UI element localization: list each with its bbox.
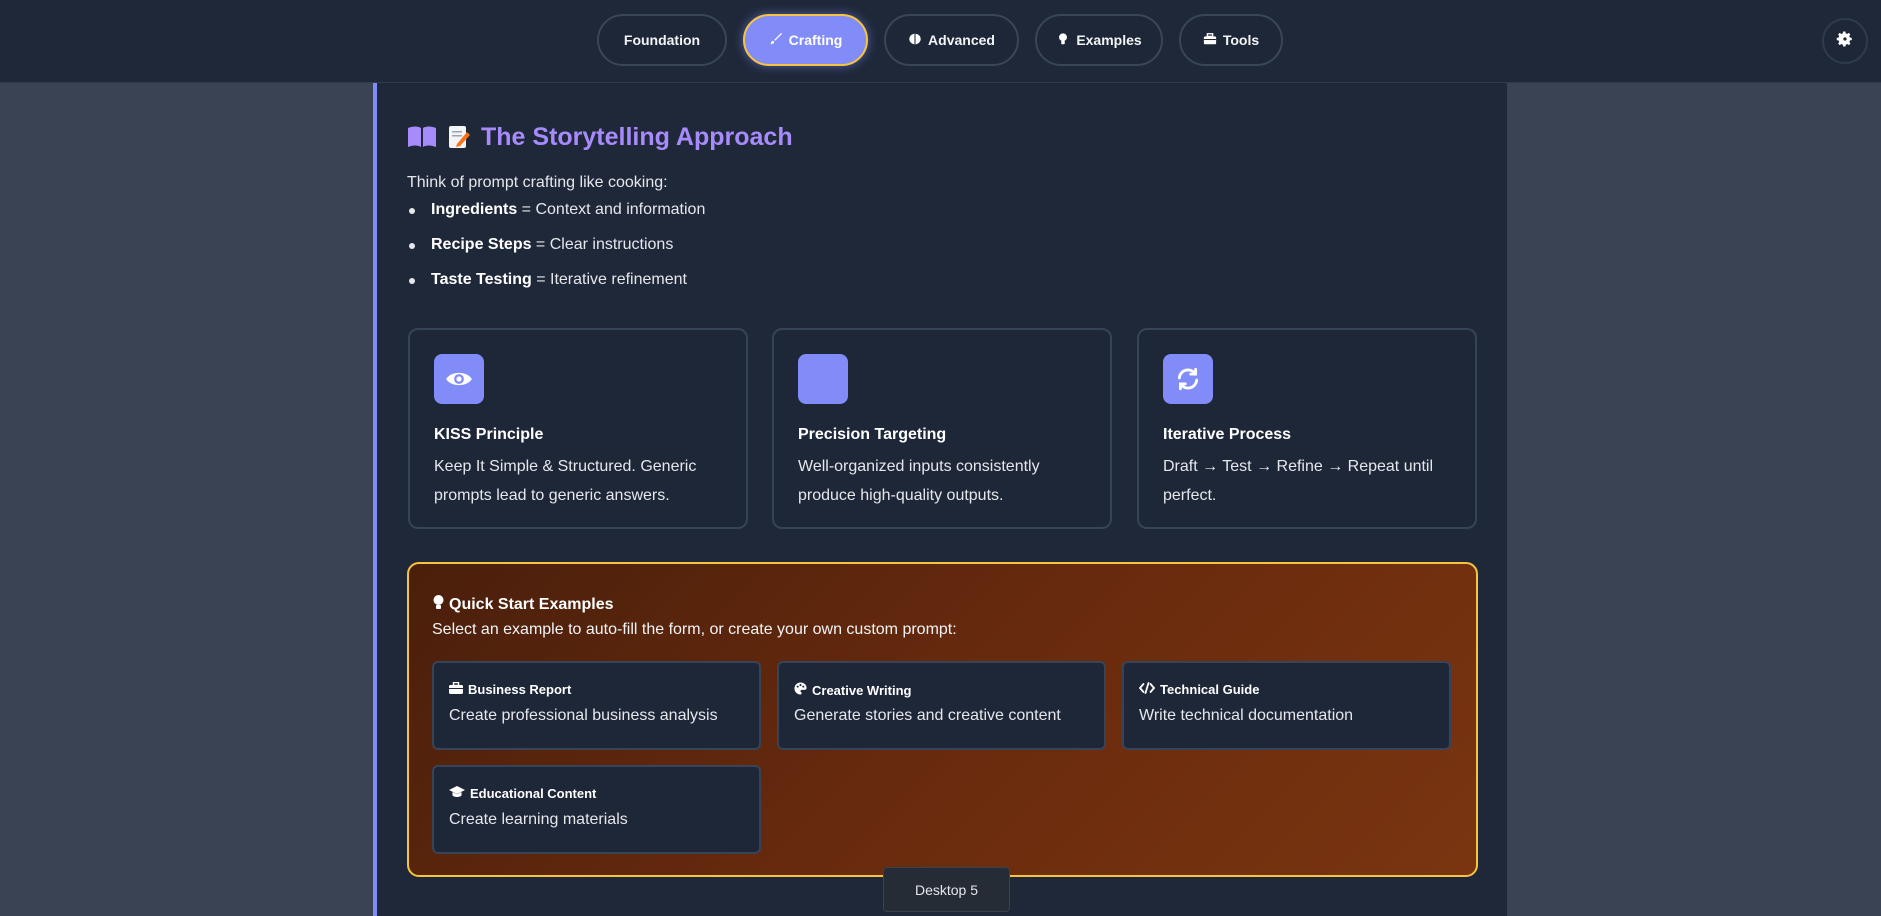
desktop-tooltip: Desktop 5	[883, 867, 1010, 912]
content-panel: The Storytelling Approach Think of promp…	[373, 83, 1507, 916]
list-item: Recipe Steps = Clear instructions	[407, 236, 705, 271]
example-educational-content[interactable]: Educational Content Create learning mate…	[432, 765, 761, 854]
card-text: Keep It Simple & Structured. Generic pro…	[434, 458, 697, 504]
gear-icon	[1836, 30, 1854, 53]
section-title-text: The Storytelling Approach	[481, 122, 793, 151]
toolbox-icon	[1203, 32, 1217, 49]
card-text: Draft → Test → Refine → Repeat until per…	[1163, 458, 1434, 504]
top-navigation-bar: Foundation Crafting Advanced Examples To…	[0, 0, 1881, 83]
tab-label: Foundation	[623, 32, 701, 48]
quick-start-title: Quick Start Examples	[432, 594, 614, 615]
feature-card-precision: Precision Targeting Well-organized input…	[772, 328, 1112, 529]
list-item: Ingredients = Context and information	[407, 201, 705, 236]
brain-icon	[908, 32, 922, 49]
code-icon	[1138, 682, 1156, 697]
list-item: Taste Testing = Iterative refinement	[407, 271, 705, 306]
example-description: Write technical documentation	[1139, 707, 1354, 724]
eye-icon	[434, 354, 484, 404]
example-title: Business Report	[449, 681, 572, 697]
example-title-text: Business Report	[468, 682, 572, 697]
example-description: Create professional business analysis	[449, 707, 718, 724]
refresh-icon	[1163, 354, 1213, 404]
example-creative-writing[interactable]: Creative Writing Generate stories and cr…	[777, 661, 1106, 750]
bullet-list: Ingredients = Context and information Re…	[407, 201, 705, 306]
briefcase-icon	[449, 681, 463, 697]
example-technical-guide[interactable]: Technical Guide Write technical document…	[1122, 661, 1451, 750]
card-title: KISS Principle	[434, 426, 544, 443]
tab-label: Advanced	[928, 32, 995, 48]
feature-card-kiss: KISS Principle Keep It Simple & Structur…	[408, 328, 748, 529]
tab-foundation[interactable]: Foundation	[597, 14, 727, 66]
lightbulb-icon	[1056, 32, 1070, 49]
tab-label: Examples	[1076, 32, 1142, 48]
bullet-term: Recipe Steps	[431, 236, 532, 253]
graduation-cap-icon	[449, 786, 465, 801]
tab-examples[interactable]: Examples	[1035, 14, 1163, 66]
lightbulb-icon	[432, 594, 445, 615]
tab-bar: Foundation Crafting Advanced Examples To…	[0, 14, 1881, 66]
intro-text: Think of prompt crafting like cooking:	[407, 174, 668, 191]
section-title: The Storytelling Approach	[407, 119, 793, 155]
settings-button[interactable]	[1822, 18, 1868, 64]
example-title-text: Technical Guide	[1160, 682, 1260, 697]
bullet-text: = Context and information	[517, 201, 706, 218]
example-title: Technical Guide	[1138, 682, 1260, 697]
palette-icon	[794, 682, 807, 698]
bullet-term: Ingredients	[431, 201, 518, 218]
quick-start-subtitle: Select an example to auto-fill the form,…	[432, 621, 957, 638]
example-description: Generate stories and creative content	[794, 707, 1061, 724]
memo-icon	[447, 124, 471, 150]
example-business-report[interactable]: Business Report Create professional busi…	[432, 661, 761, 750]
card-text: Well-organized inputs consistently produ…	[798, 458, 1040, 504]
book-icon	[407, 125, 437, 149]
bullet-term: Taste Testing	[431, 271, 532, 288]
card-title: Precision Targeting	[798, 426, 947, 443]
quick-start-section: Quick Start Examples Select an example t…	[407, 562, 1478, 877]
quick-start-title-text: Quick Start Examples	[449, 595, 614, 613]
tab-label: Tools	[1222, 32, 1260, 48]
example-title-text: Creative Writing	[812, 682, 912, 698]
example-title: Educational Content	[449, 786, 596, 801]
example-description: Create learning materials	[449, 811, 628, 828]
example-title: Creative Writing	[794, 682, 911, 698]
bullet-text: = Clear instructions	[531, 236, 674, 253]
tab-label: Crafting	[788, 32, 843, 48]
feature-card-iterative: Iterative Process Draft → Test → Refine …	[1137, 328, 1477, 529]
example-title-text: Educational Content	[470, 786, 597, 801]
brush-icon	[769, 32, 783, 49]
card-title: Iterative Process	[1163, 426, 1292, 443]
bullet-text: = Iterative refinement	[531, 271, 687, 288]
tab-advanced[interactable]: Advanced	[884, 14, 1019, 66]
tab-crafting[interactable]: Crafting	[743, 14, 868, 66]
tab-tools[interactable]: Tools	[1179, 14, 1283, 66]
blank-icon	[798, 354, 848, 404]
